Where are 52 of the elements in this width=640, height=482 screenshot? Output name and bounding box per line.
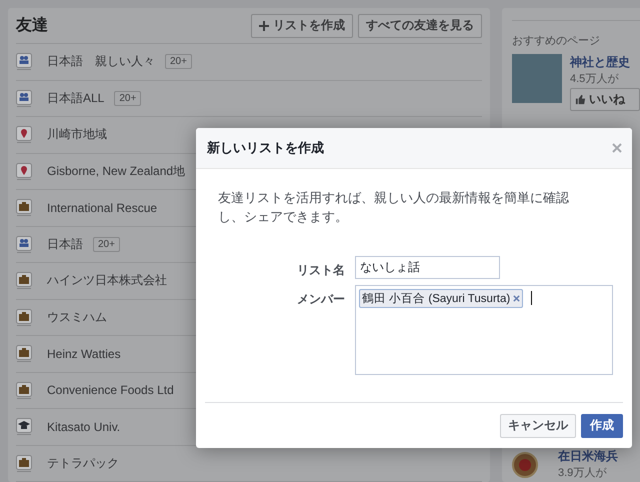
count-badge: 20+: [114, 90, 142, 106]
pin-icon: [16, 162, 32, 180]
create-button[interactable]: 作成: [581, 414, 623, 438]
friend-list-name[interactable]: 日本語 親しい人々: [47, 53, 155, 70]
friend-list-name[interactable]: ハインツ日本株式会社: [47, 272, 167, 290]
emblem-icon: [512, 452, 538, 478]
remove-icon[interactable]: [513, 295, 520, 302]
briefcase-icon: [16, 272, 32, 290]
pin-icon: [16, 126, 32, 144]
friend-list-name[interactable]: 川崎市地域: [47, 126, 107, 144]
plus-icon: [259, 20, 269, 30]
briefcase-icon: [16, 308, 32, 326]
friend-list-name[interactable]: Gisborne, New Zealand地: [47, 162, 186, 180]
count-badge: 20+: [93, 236, 120, 252]
friend-list-name[interactable]: ウスミハム: [47, 308, 107, 326]
panel-title: 友達: [16, 16, 48, 36]
friend-list-name[interactable]: 日本語ALL: [47, 90, 104, 107]
thumbs-up-icon: [575, 94, 586, 105]
page-name-link[interactable]: 神社と歴史: [570, 54, 640, 71]
friend-list-name[interactable]: International Rescue: [47, 200, 158, 215]
people-icon: [16, 53, 32, 70]
friend-list-name[interactable]: Convenience Foods Ltd: [47, 383, 174, 398]
like-count: 3.9万人が: [558, 466, 608, 480]
people-icon: [16, 90, 32, 107]
like-count: 4.5万人が: [570, 72, 620, 86]
friend-list-name[interactable]: テトラパック: [47, 454, 119, 472]
members-label: メンバー: [296, 291, 345, 308]
briefcase-icon: [16, 454, 32, 472]
page-name-link[interactable]: 在日米海兵: [558, 448, 618, 465]
briefcase-icon: [16, 382, 32, 399]
member-token: 鶴田 小百合 (Sayuri Tusurta): [359, 289, 524, 308]
members-input[interactable]: 鶴田 小百合 (Sayuri Tusurta): [355, 285, 613, 375]
people-icon: [16, 236, 32, 253]
dialog-description: 友達リストを活用すれば、親しい人の最新情報を簡単に確認し、シェアできます。: [218, 189, 570, 226]
briefcase-icon: [16, 345, 32, 362]
graduation-cap-icon: [16, 418, 32, 436]
dialog-title: 新しいリストを作成: [207, 139, 324, 157]
header-button[interactable]: すべての友達を見る: [358, 14, 482, 38]
list-name-label: リスト名: [296, 262, 345, 279]
cancel-button[interactable]: キャンセル: [500, 414, 576, 438]
briefcase-icon: [16, 199, 32, 216]
count-badge: 20+: [165, 54, 192, 70]
suggestions-heading: おすすめのページ: [512, 20, 640, 48]
close-icon[interactable]: [612, 143, 622, 153]
friend-list-name[interactable]: 日本語: [47, 236, 83, 253]
friend-list-name[interactable]: Kitasato Univ.: [47, 420, 120, 434]
header-button[interactable]: リストを作成: [251, 14, 353, 38]
photo-placeholder: [512, 54, 562, 103]
list-name-input[interactable]: ないしょ話: [355, 256, 500, 279]
text-cursor: [531, 291, 532, 305]
like-button[interactable]: いいね: [570, 88, 640, 111]
friend-list-name[interactable]: Heinz Watties: [47, 346, 121, 361]
